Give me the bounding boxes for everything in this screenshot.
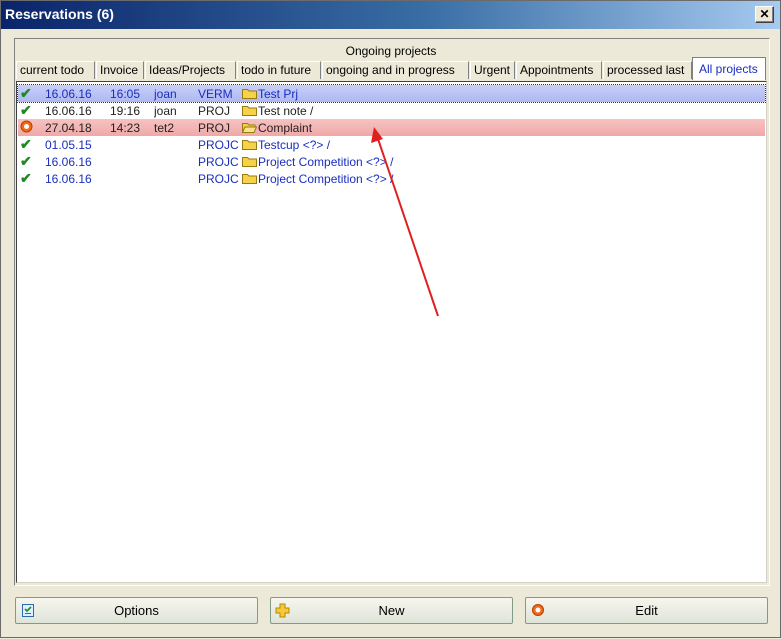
window-title: Reservations (6) (5, 6, 114, 22)
alert-circle-icon (20, 120, 34, 134)
tab-ideas-projects[interactable]: Ideas/Projects (145, 61, 236, 79)
tab-current-todo[interactable]: current todo (16, 61, 95, 79)
row-date: 16.06.16 (45, 104, 92, 118)
edit-circle-icon (530, 603, 545, 618)
new-label: New (378, 603, 405, 618)
row-date: 01.05.15 (45, 138, 92, 152)
tab-all-projects[interactable]: All projects (692, 57, 766, 80)
tab-strip: current todo Invoice Ideas/Projects todo… (16, 57, 766, 80)
options-button[interactable]: Options (15, 597, 258, 624)
row-user: joan (154, 87, 177, 101)
folder-icon (242, 104, 258, 117)
tab-urgent[interactable]: Urgent (470, 61, 515, 79)
close-icon: ✕ (759, 7, 770, 21)
row-title: Test note / (258, 104, 314, 118)
edit-button[interactable]: Edit (525, 597, 768, 624)
plus-icon (275, 603, 290, 618)
folder-icon (242, 155, 258, 168)
edit-label: Edit (635, 603, 658, 618)
row-type: VERM (198, 87, 233, 101)
row-type: PROJ (198, 104, 231, 118)
row-title: Testcup <?> / (258, 138, 331, 152)
check-icon: ✔ (20, 86, 32, 100)
row-type: PROJC (198, 138, 239, 152)
row-type: PROJC (198, 172, 239, 186)
row-type: PROJC (198, 155, 239, 169)
row-title: Complaint (258, 121, 313, 135)
folder-icon (242, 87, 258, 100)
group-title: Ongoing projects (345, 44, 437, 58)
list-item[interactable]: ✔ 16.06.16 19:16 joan PROJ Test note / (18, 102, 765, 119)
reservation-list[interactable]: ✔ 16.06.16 16:05 joan VERM Test Prj ✔ 16… (16, 81, 767, 583)
row-title: Test Prj (258, 87, 299, 101)
check-icon: ✔ (20, 137, 32, 151)
list-item[interactable]: ✔ 16.06.16 PROJC Project Competition <?>… (18, 170, 765, 187)
check-icon: ✔ (20, 154, 32, 168)
row-date: 16.06.16 (45, 87, 92, 101)
list-item[interactable]: 27.04.18 14:23 tet2 PROJ Complaint (18, 119, 765, 136)
list-item[interactable]: ✔ 16.06.16 16:05 joan VERM Test Prj (17, 84, 766, 103)
row-type: PROJ (198, 121, 231, 135)
tab-todo-in-future[interactable]: todo in future (237, 61, 321, 79)
row-time: 14:23 (110, 121, 141, 135)
row-time: 19:16 (110, 104, 141, 118)
tab-invoice[interactable]: Invoice (96, 61, 144, 79)
check-icon: ✔ (20, 103, 32, 117)
reservations-window: Reservations (6) ✕ Ongoing projects curr… (0, 0, 781, 638)
tab-processed-last[interactable]: processed last (603, 61, 692, 79)
list-item[interactable]: ✔ 16.06.16 PROJC Project Competition <?>… (18, 153, 765, 170)
folder-icon (242, 138, 258, 151)
close-button[interactable]: ✕ (755, 6, 774, 23)
row-date: 27.04.18 (45, 121, 92, 135)
list-item[interactable]: ✔ 01.05.15 PROJC Testcup <?> / (18, 136, 765, 153)
options-label: Options (114, 603, 159, 618)
row-title: Project Competition <?> / (258, 155, 394, 169)
title-bar: Reservations (6) ✕ (1, 1, 780, 29)
row-time: 16:05 (110, 87, 141, 101)
new-button[interactable]: New (270, 597, 513, 624)
tab-appointments[interactable]: Appointments (516, 61, 602, 79)
tab-ongoing-in-progress[interactable]: ongoing and in progress (322, 61, 469, 79)
options-icon (20, 603, 35, 618)
row-title: Project Competition <?> / (258, 172, 394, 186)
open-folder-icon (242, 121, 258, 134)
row-date: 16.06.16 (45, 172, 92, 186)
folder-icon (242, 172, 258, 185)
row-user: joan (154, 104, 177, 118)
check-icon: ✔ (20, 171, 32, 185)
row-user: tet2 (154, 121, 175, 135)
row-date: 16.06.16 (45, 155, 92, 169)
